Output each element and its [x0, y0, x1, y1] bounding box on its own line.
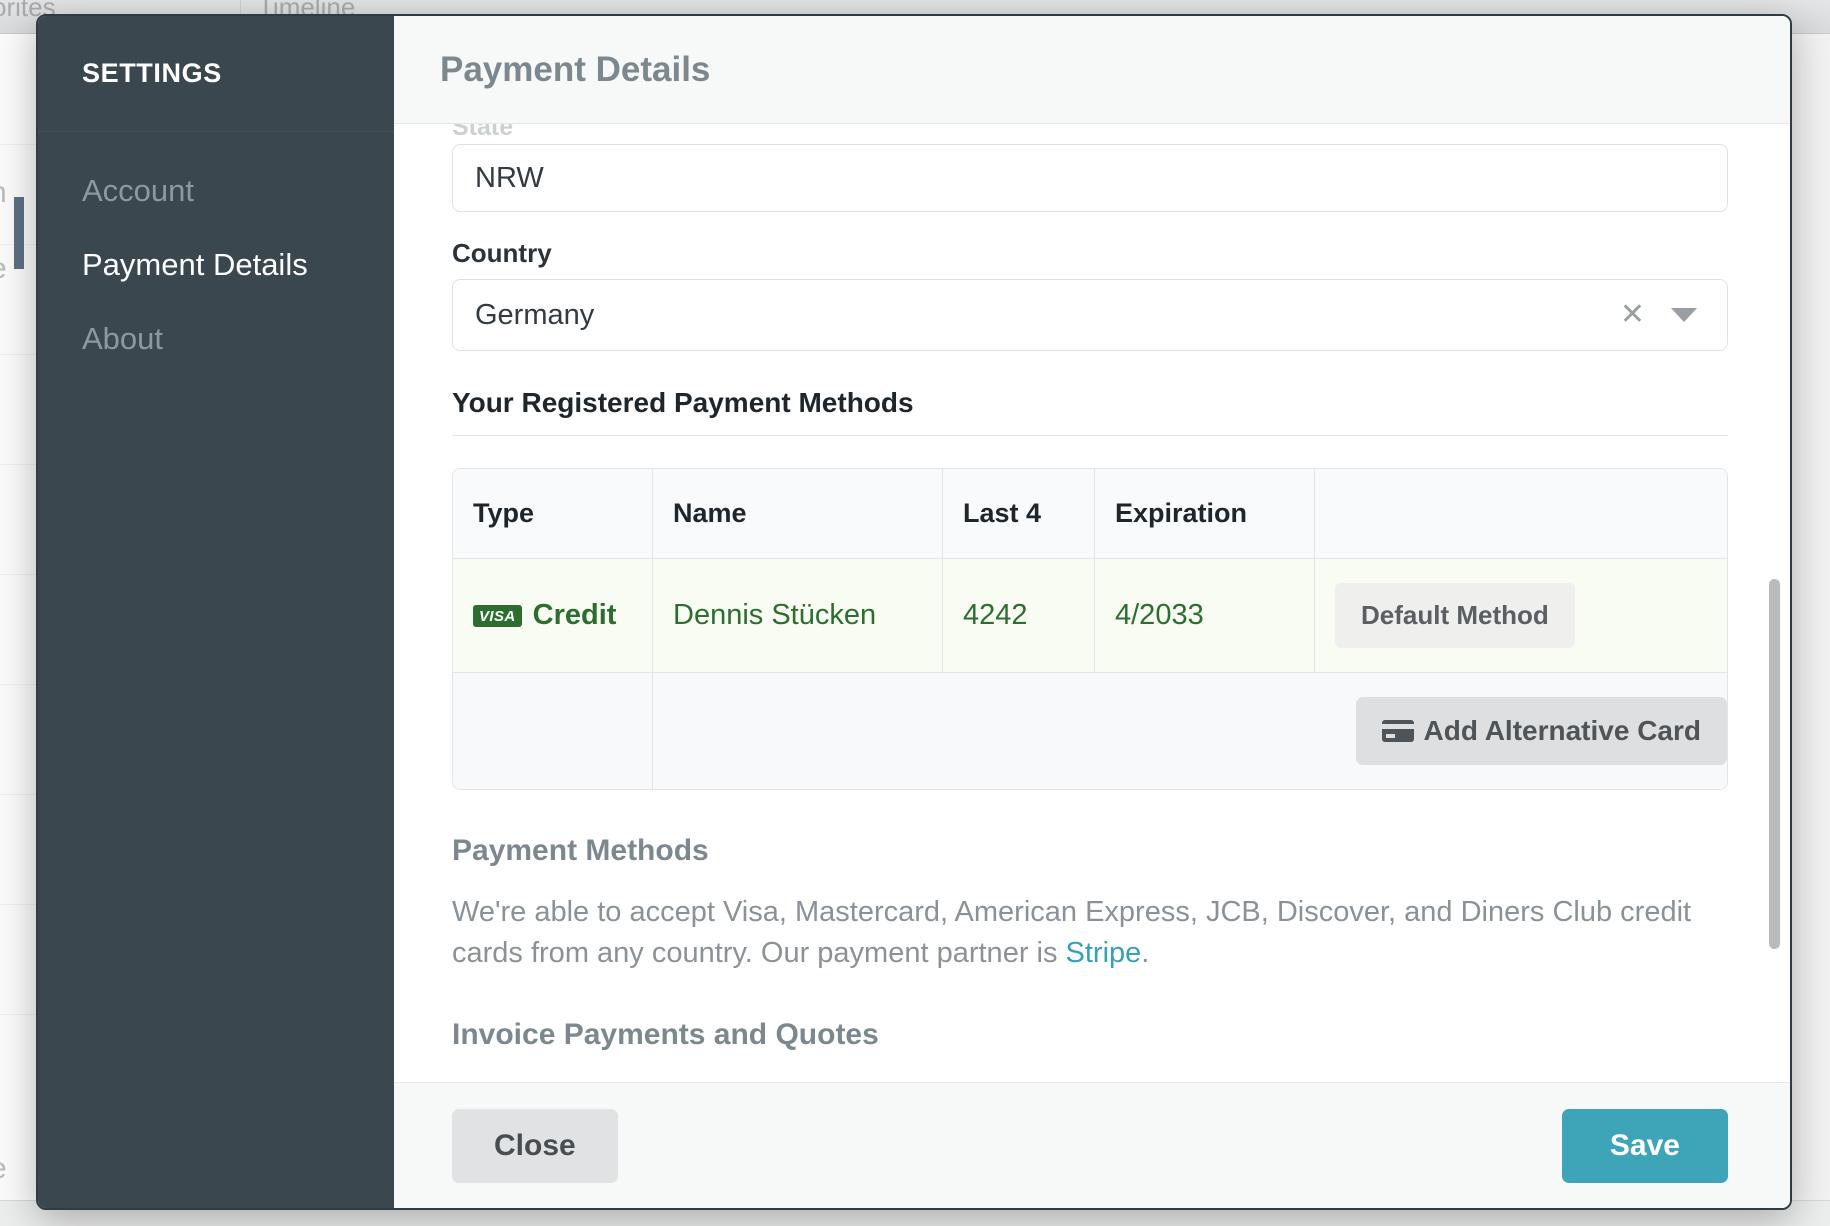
- chevron-down-icon[interactable]: [1671, 308, 1697, 322]
- invoice-info-title: Invoice Payments and Quotes: [452, 1018, 879, 1052]
- column-header-actions: [1315, 469, 1727, 559]
- background-fragment-text: e: [0, 1152, 7, 1186]
- scrollbar-track[interactable]: [1766, 124, 1782, 1082]
- close-button[interactable]: Close: [452, 1108, 618, 1183]
- country-select[interactable]: Germany ✕: [452, 279, 1728, 351]
- content-header: Payment Details: [394, 16, 1790, 124]
- state-field-label-clipped: State: [452, 124, 1728, 142]
- sidebar-header: SETTINGS: [38, 16, 394, 132]
- panel-row-divider: [0, 684, 40, 685]
- state-label-text: State: [452, 124, 514, 141]
- state-input[interactable]: NRW: [452, 144, 1728, 212]
- info-text-after: .: [1141, 937, 1150, 970]
- settings-modal: SETTINGS Account Payment Details About P…: [36, 14, 1792, 1210]
- panel-row-divider: [0, 904, 40, 905]
- cell-expiration: 4/2033: [1095, 559, 1315, 673]
- payment-methods-info-text: We're able to accept Visa, Mastercard, A…: [452, 892, 1728, 974]
- page-title: Payment Details: [440, 49, 711, 89]
- settings-scroll-content: State NRW Country Germany ✕ Your Registe…: [394, 124, 1790, 1082]
- payment-methods-table: Type Name Last 4 Expiration VISA Credit …: [452, 468, 1728, 790]
- background-active-indicator: [14, 197, 24, 269]
- panel-row-divider: [0, 464, 40, 465]
- column-header-last4: Last 4: [943, 469, 1095, 559]
- table-row-actions: Add Alternative Card: [453, 673, 1727, 789]
- settings-scroll-area[interactable]: State NRW Country Germany ✕ Your Registe…: [394, 124, 1790, 1082]
- table-header-row: Type Name Last 4 Expiration: [453, 469, 1727, 559]
- close-icon[interactable]: ✕: [1620, 300, 1645, 330]
- settings-content: Payment Details State NRW Country German…: [394, 16, 1790, 1208]
- cell-row-action: Default Method: [1315, 559, 1727, 673]
- column-header-type: Type: [453, 469, 653, 559]
- country-label: Country: [452, 238, 552, 268]
- cell-last4: 4242: [943, 559, 1095, 673]
- save-button[interactable]: Save: [1561, 1108, 1728, 1183]
- panel-row-divider: [0, 1014, 40, 1015]
- modal-footer: Close Save: [394, 1082, 1790, 1208]
- cell-type: VISA Credit: [453, 559, 653, 673]
- cell-name: Dennis Stücken: [653, 559, 943, 673]
- country-select-value: Germany: [475, 298, 595, 331]
- invoice-info-text: Invoice payments and quotes are availabl…: [452, 1076, 1728, 1082]
- sidebar-nav: Account Payment Details About: [38, 132, 394, 376]
- panel-row-divider: [0, 794, 40, 795]
- stripe-link[interactable]: Stripe: [1066, 937, 1142, 969]
- payment-methods-table-head: Type Name Last 4 Expiration: [453, 469, 1727, 559]
- add-alternative-card-button[interactable]: Add Alternative Card: [1355, 697, 1727, 765]
- sidebar-item-label: Payment Details: [82, 247, 308, 282]
- cell-add-card: Add Alternative Card: [653, 673, 1727, 789]
- sidebar-title: SETTINGS: [82, 58, 222, 88]
- panel-row-divider: [0, 144, 40, 145]
- background-fragment-text: n: [0, 176, 7, 210]
- cell-empty: [453, 673, 653, 789]
- column-header-expiration: Expiration: [1095, 469, 1315, 559]
- registered-payment-methods-title: Your Registered Payment Methods: [452, 387, 1728, 436]
- sidebar-item-about[interactable]: About: [38, 302, 394, 376]
- country-select-icons: ✕: [1620, 300, 1705, 330]
- table-row: VISA Credit Dennis Stücken 4242 4/2033 D…: [453, 559, 1727, 673]
- sidebar-item-payment-details[interactable]: Payment Details: [38, 228, 394, 302]
- background-fragment-text: e: [0, 252, 7, 286]
- payment-methods-table-body: VISA Credit Dennis Stücken 4242 4/2033 D…: [453, 559, 1727, 789]
- panel-row-divider: [0, 354, 40, 355]
- card-type-cell: VISA Credit: [473, 599, 652, 632]
- panel-row-divider: [0, 574, 40, 575]
- card-type-label: Credit: [532, 599, 617, 631]
- scrollbar-thumb[interactable]: [1769, 579, 1780, 949]
- visa-icon: VISA: [473, 604, 522, 627]
- default-method-button[interactable]: Default Method: [1335, 583, 1575, 648]
- credit-card-icon: [1381, 720, 1414, 742]
- sidebar-item-account[interactable]: Account: [38, 154, 394, 228]
- settings-sidebar: SETTINGS Account Payment Details About: [38, 16, 394, 1208]
- add-alternative-card-label: Add Alternative Card: [1423, 715, 1701, 746]
- column-header-name: Name: [653, 469, 943, 559]
- state-input-value: NRW: [475, 161, 544, 194]
- payment-methods-info-title: Payment Methods: [452, 834, 709, 867]
- sidebar-item-label: Account: [82, 173, 195, 208]
- sidebar-item-label: About: [82, 321, 164, 356]
